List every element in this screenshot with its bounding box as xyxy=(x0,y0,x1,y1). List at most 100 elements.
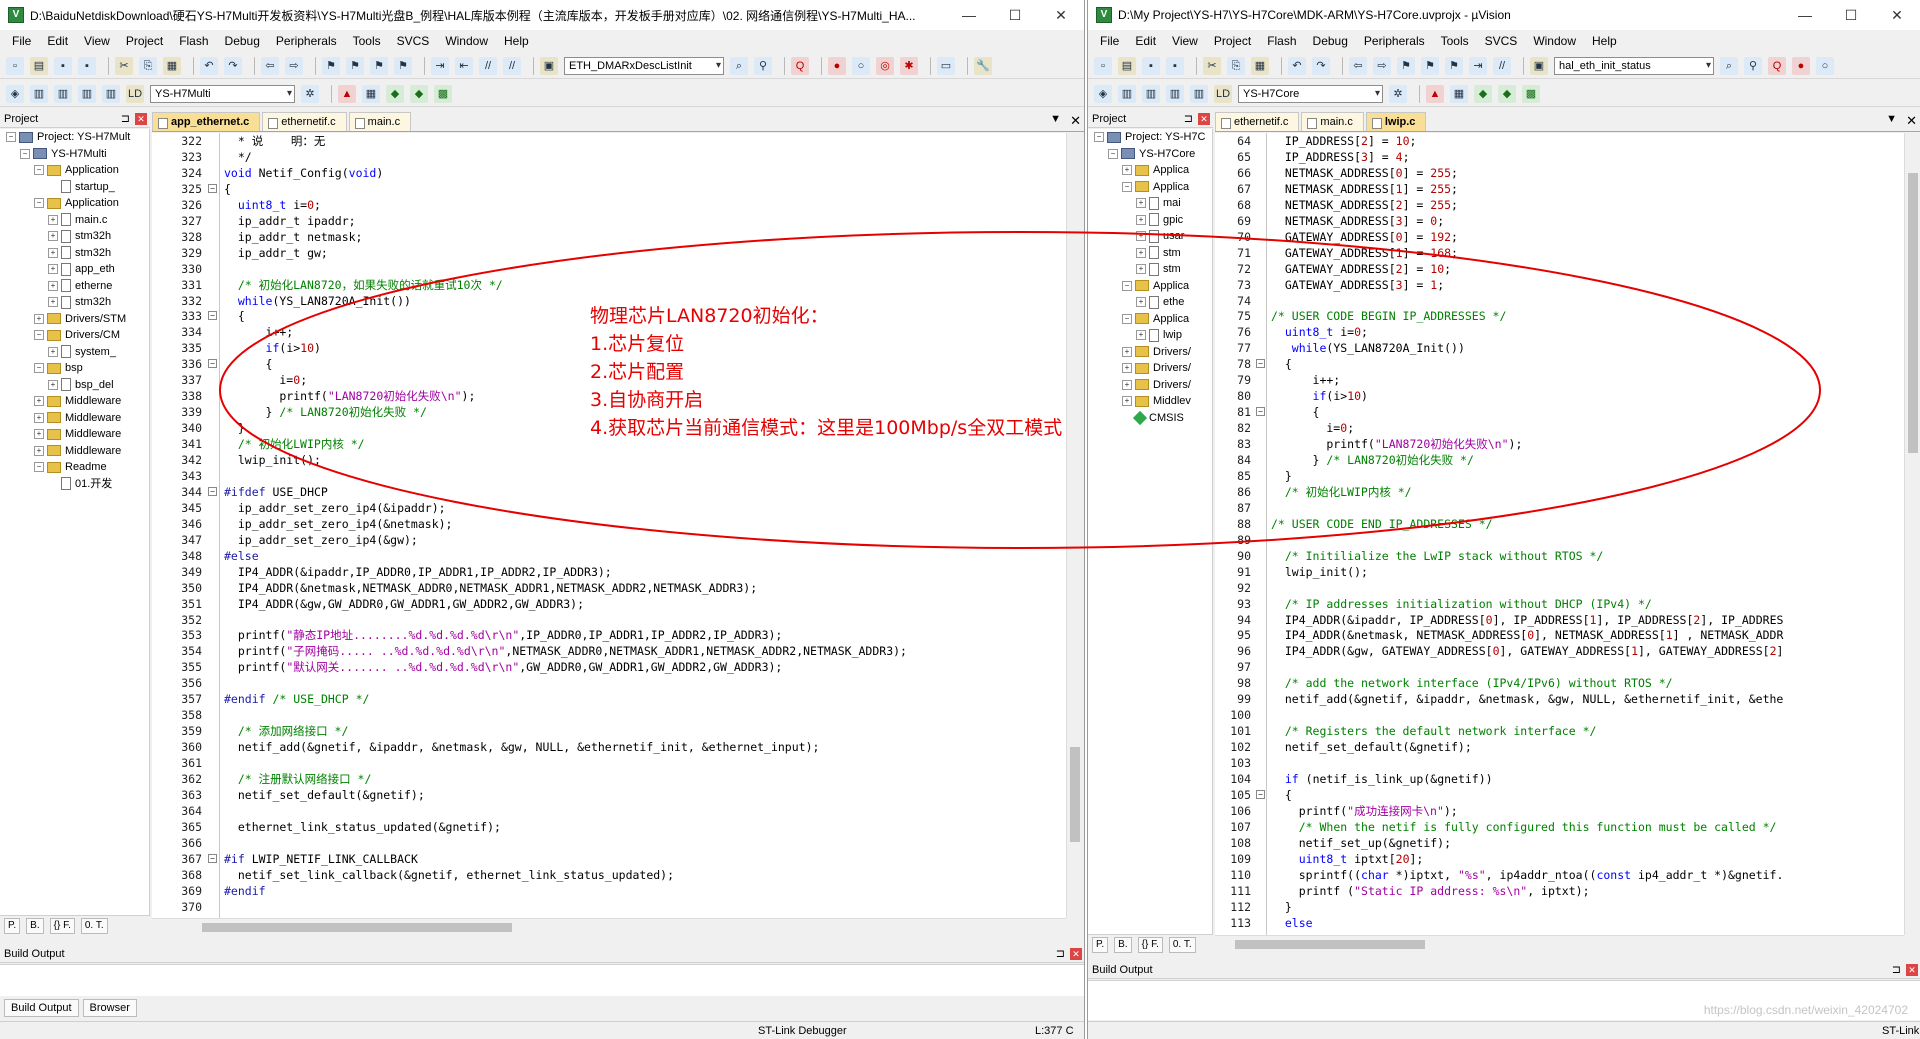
bottom-tab[interactable]: Build Output xyxy=(4,999,79,1017)
translate-icon[interactable]: ◈ xyxy=(6,84,24,103)
pin-icon[interactable]: ⊐ xyxy=(121,110,130,128)
collapse-icon[interactable]: − xyxy=(20,148,30,159)
expand-icon[interactable]: + xyxy=(34,396,44,407)
menu-item-debug[interactable]: Debug xyxy=(1305,30,1356,52)
translate-icon[interactable]: ◈ xyxy=(1094,84,1112,103)
tree-item[interactable]: + Drivers/ xyxy=(1088,377,1212,394)
bookmark-clear-icon[interactable]: ⚑ xyxy=(1445,56,1463,75)
left-build-output-pane[interactable] xyxy=(0,964,1084,996)
debug-start-icon[interactable]: Q xyxy=(1768,56,1786,75)
tree-item[interactable]: − Project: YS-H7C xyxy=(1088,129,1212,146)
project-window-tab[interactable]: {} F. xyxy=(49,917,75,934)
tree-item[interactable]: + app_eth xyxy=(0,261,149,278)
fold-toggle-icon[interactable]: − xyxy=(208,853,217,863)
expand-icon[interactable]: + xyxy=(1136,247,1146,258)
tree-item[interactable]: + main.c xyxy=(0,212,149,229)
stop-build-icon[interactable]: ▥ xyxy=(1190,84,1208,103)
pin-icon[interactable]: ⊐ xyxy=(1056,945,1065,963)
project-window-tab[interactable]: {} F. xyxy=(1137,936,1163,953)
bookmark-icon[interactable]: ⚑ xyxy=(1397,56,1415,75)
comment-icon[interactable]: // xyxy=(479,56,497,75)
tree-item[interactable]: + Drivers/ xyxy=(1088,344,1212,361)
build-icon[interactable]: ▥ xyxy=(1118,84,1136,103)
project-window-tab[interactable]: B. xyxy=(1114,936,1132,953)
redo-icon[interactable]: ↷ xyxy=(224,56,242,75)
breakpoint-kill-all-icon[interactable]: ✱ xyxy=(900,56,918,75)
expand-icon[interactable]: + xyxy=(48,346,58,357)
undo-icon[interactable]: ↶ xyxy=(200,56,218,75)
menu-item-debug[interactable]: Debug xyxy=(217,30,268,52)
close-panel-icon[interactable]: ✕ xyxy=(135,113,147,125)
open-folder-icon[interactable]: ▤ xyxy=(30,56,48,75)
expand-icon[interactable]: + xyxy=(48,264,58,275)
bookmark-next-icon[interactable]: ⚑ xyxy=(1421,56,1439,75)
editor-tab[interactable]: lwip.c xyxy=(1365,112,1427,131)
incremental-find-icon[interactable]: ⚲ xyxy=(754,56,772,75)
file-extensions-icon[interactable]: ▲ xyxy=(1426,84,1444,103)
expand-icon[interactable]: + xyxy=(48,297,58,308)
fold-toggle-icon[interactable]: − xyxy=(208,359,217,369)
expand-icon[interactable]: + xyxy=(48,247,58,258)
stop-build-icon[interactable]: ▥ xyxy=(102,84,120,103)
incremental-find-icon[interactable]: ⚲ xyxy=(1744,56,1762,75)
expand-icon[interactable]: + xyxy=(48,280,58,291)
find-symbol-icon[interactable]: ▣ xyxy=(540,56,558,75)
menu-item-project[interactable]: Project xyxy=(118,30,171,52)
tree-item[interactable]: + stm32h xyxy=(0,294,149,311)
editor-tab[interactable]: main.c xyxy=(348,112,412,131)
select-packs-icon[interactable]: ◆ xyxy=(1474,84,1492,103)
left-horizontal-scrollbar[interactable] xyxy=(152,918,1066,935)
close-panel-icon[interactable]: ✕ xyxy=(1906,964,1918,976)
menu-item-tools[interactable]: Tools xyxy=(345,30,389,52)
pack-installer-icon[interactable]: ◆ xyxy=(1498,84,1516,103)
right-hscroll-thumb[interactable] xyxy=(1235,940,1425,949)
save-icon[interactable]: ▪ xyxy=(54,56,72,75)
expand-icon[interactable]: + xyxy=(1122,363,1132,374)
close-tab-icon[interactable]: ✕ xyxy=(1906,113,1917,129)
minimize-button[interactable]: — xyxy=(1782,0,1828,30)
close-button[interactable]: ✕ xyxy=(1038,0,1084,30)
tree-item[interactable]: − bsp xyxy=(0,360,149,377)
rebuild-icon[interactable]: ▥ xyxy=(1142,84,1160,103)
fold-toggle-icon[interactable]: − xyxy=(208,311,217,321)
breakpoint-disable-icon[interactable]: ○ xyxy=(1816,56,1834,75)
copy-icon[interactable]: ⎘ xyxy=(139,56,157,75)
expand-icon[interactable]: + xyxy=(48,214,58,225)
tree-item[interactable]: − YS-H7Core xyxy=(1088,146,1212,163)
expand-icon[interactable]: + xyxy=(34,313,44,324)
left-scroll-thumb[interactable] xyxy=(1070,747,1080,842)
menu-item-view[interactable]: View xyxy=(1164,30,1206,52)
save-all-icon[interactable]: ▪ xyxy=(78,56,96,75)
pack-installer-icon[interactable]: ◆ xyxy=(410,84,428,103)
expand-icon[interactable]: + xyxy=(48,379,58,390)
expand-icon[interactable]: + xyxy=(34,429,44,440)
save-all-icon[interactable]: ▪ xyxy=(1166,56,1184,75)
menu-item-edit[interactable]: Edit xyxy=(39,30,76,52)
fold-toggle-icon[interactable]: − xyxy=(1256,407,1265,417)
nav-back-icon[interactable]: ⇦ xyxy=(261,56,279,75)
editor-tab[interactable]: ethernetif.c xyxy=(262,112,347,131)
tree-item[interactable]: + stm xyxy=(1088,245,1212,262)
bookmark-clear-icon[interactable]: ⚑ xyxy=(394,56,412,75)
copy-icon[interactable]: ⎘ xyxy=(1227,56,1245,75)
nav-forward-icon[interactable]: ⇨ xyxy=(285,56,303,75)
breakpoint-icon[interactable]: ● xyxy=(828,56,846,75)
tree-item[interactable]: + gpic xyxy=(1088,212,1212,229)
tree-item[interactable]: − Drivers/CM xyxy=(0,327,149,344)
collapse-icon[interactable]: − xyxy=(1122,313,1132,324)
tree-item[interactable]: − Project: YS-H7Mult xyxy=(0,129,149,146)
bottom-tab[interactable]: Browser xyxy=(82,999,137,1017)
close-button[interactable]: ✕ xyxy=(1874,0,1920,30)
close-tab-icon[interactable]: ✕ xyxy=(1070,113,1081,129)
bookmark-prev-icon[interactable]: ⚑ xyxy=(346,56,364,75)
tree-item[interactable]: + stm32h xyxy=(0,245,149,262)
find-combo[interactable]: ETH_DMARxDescListInit xyxy=(564,56,724,75)
expand-icon[interactable]: + xyxy=(1122,396,1132,407)
tree-item[interactable]: + system_ xyxy=(0,344,149,361)
expand-icon[interactable]: + xyxy=(48,231,58,242)
editor-tab[interactable]: ethernetif.c xyxy=(1215,112,1300,131)
tree-item[interactable]: + lwip xyxy=(1088,327,1212,344)
menu-item-window[interactable]: Window xyxy=(1525,30,1584,52)
new-file-icon[interactable]: ▫ xyxy=(1094,56,1112,75)
expand-icon[interactable]: + xyxy=(1136,297,1146,308)
